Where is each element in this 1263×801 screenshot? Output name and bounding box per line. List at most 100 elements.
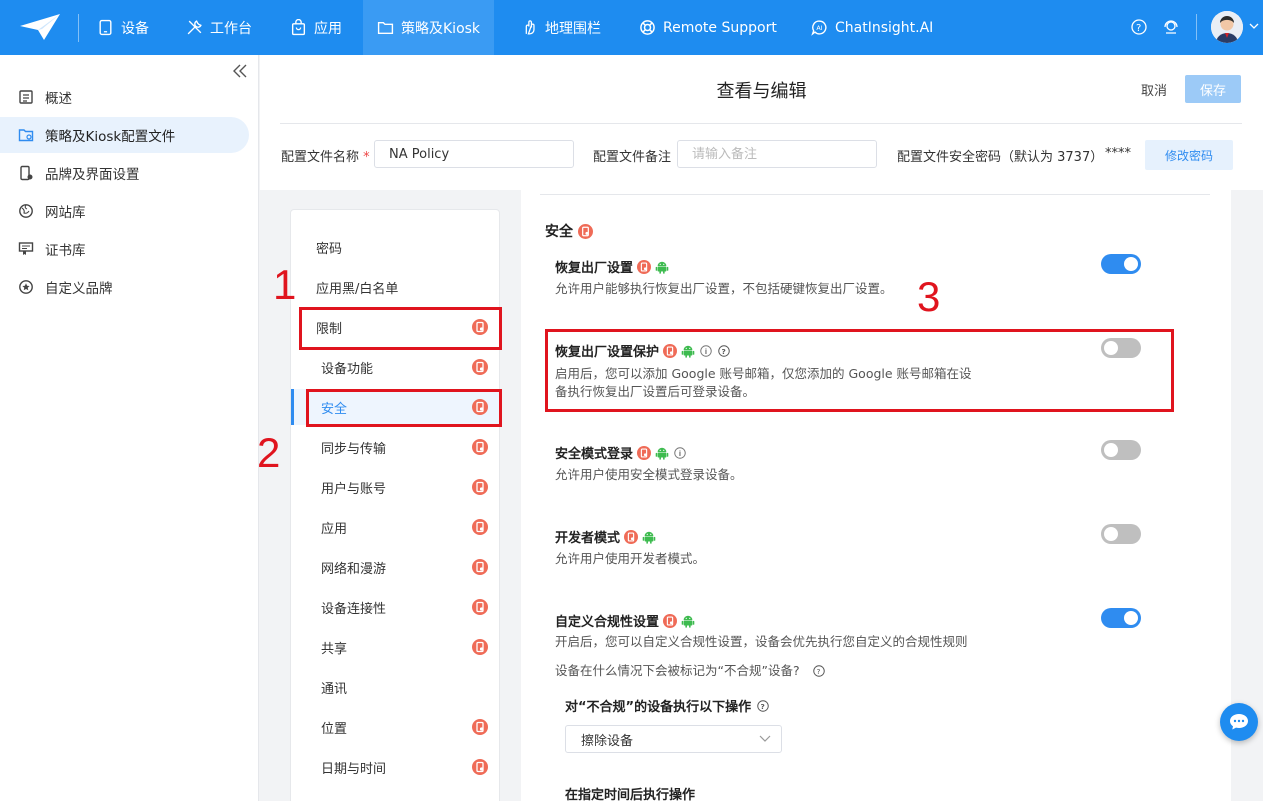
security-password-mask: **** [1105,146,1131,161]
overview-icon [19,90,33,104]
setting-desc: 允许用户使用开发者模式。 [555,551,706,566]
svg-text:?: ? [816,667,820,676]
globe-icon [19,204,33,218]
sidebar-item-label: 自定义品牌 [45,281,113,297]
noncompliant-action-title: 对“不合规”的设备执行以下操作 ? [565,696,770,715]
submenu-item-users-accounts[interactable]: 用户与账号 [291,469,499,505]
submenu-item-sharing[interactable]: 共享 [291,629,499,665]
left-sidebar: 概述 策略及Kiosk配置文件 品牌及界面设置 网站库 证书库 自定义品牌 [0,55,259,801]
nav-tab-workbench[interactable]: 工作台 [186,0,252,55]
svg-text:i: i [679,450,681,458]
chat-support-button[interactable] [1220,703,1258,741]
restricted-badge-icon [472,559,488,575]
toggle-factory-reset[interactable] [1101,254,1141,274]
sidebar-item-label: 策略及Kiosk配置文件 [45,129,176,145]
submenu-item-app-blacklist[interactable]: 应用黑/白名单 [291,269,499,305]
brand-phone-icon [20,165,33,181]
header-divider [280,123,1242,124]
android-icon [642,531,656,544]
map-hand-icon [525,20,535,35]
submenu-item-label: 位置 [321,721,348,737]
nav-divider [1196,14,1197,40]
annotation-number-2: 2 [257,429,281,476]
nav-tab-remote-support[interactable]: Remote Support [639,0,777,55]
nav-tab-devices[interactable]: 设备 [97,0,149,55]
chat-bubble-icon [1230,714,1248,730]
required-mark: * [363,150,370,165]
nav-tab-apps[interactable]: 应用 [290,0,342,55]
submenu-item-label: 同步与传输 [321,441,387,457]
section-title: 安全 [545,221,593,241]
submenu-item-label: 用户与账号 [321,481,387,497]
submenu-item-apps[interactable]: 应用 [291,509,499,545]
policy-folder-icon [18,129,34,142]
setting-title-text: 安全模式登录 [555,447,634,462]
submenu-item-label: 应用黑/白名单 [316,281,399,297]
sidebar-item-certificate-library[interactable]: 证书库 [0,231,249,267]
cancel-button[interactable]: 取消 [1141,80,1167,99]
annotation-number-1: 1 [273,261,297,308]
profile-name-label: 配置文件名称 * [281,146,370,165]
profile-name-input[interactable] [374,140,574,168]
submenu-item-location[interactable]: 位置 [291,709,499,745]
restricted-badge-icon [578,223,593,239]
setting-title-safe-mode: 安全模式登录 i [555,443,687,462]
toggle-custom-compliance[interactable] [1101,608,1141,628]
noncompliant-question: 设备在什么情况下会被标记为“不合规”设备? ? [555,662,826,680]
restricted-badge-icon [472,479,488,495]
customer-service-icon[interactable] [1162,18,1180,36]
help-icon[interactable]: ? [1130,18,1148,36]
submenu-item-communication[interactable]: 通讯 [291,669,499,705]
restricted-badge-icon [472,639,488,655]
setting-desc: 允许用户使用安全模式登录设备。 [555,467,743,482]
noncompliant-action-select[interactable]: 擦除设备 [565,725,782,753]
lifebuoy-icon [640,20,655,35]
modify-password-button[interactable]: 修改密码 [1145,140,1233,170]
android-icon [655,447,669,460]
restricted-badge-icon [637,445,652,460]
profile-note-input[interactable] [677,140,877,168]
nav-tab-label: Remote Support [663,19,777,36]
star-circle-icon [19,280,33,294]
user-avatar[interactable] [1211,11,1243,43]
help-icon[interactable]: ? [756,699,770,713]
restricted-badge-icon [472,599,488,615]
sidebar-item-overview[interactable]: 概述 [0,79,249,115]
toggle-developer-mode[interactable] [1101,524,1141,544]
sidebar-item-brand-ui[interactable]: 品牌及界面设置 [0,155,249,191]
restricted-badge-icon [472,439,488,455]
save-button[interactable]: 保存 [1185,75,1241,103]
airdroid-logo[interactable] [18,12,62,42]
submenu-item-network-roaming[interactable]: 网络和漫游 [291,549,499,585]
submenu-item-sync-transfer[interactable]: 同步与传输 [291,429,499,465]
security-password-label: 配置文件安全密码（默认为 3737） [897,150,1104,165]
noncompliant-action-title-text: 对“不合规”的设备执行以下操作 [565,700,752,715]
submenu-item-device-features[interactable]: 设备功能 [291,349,499,385]
svg-text:?: ? [761,702,765,711]
help-icon[interactable]: ? [812,664,826,678]
submenu-item-label: 设备连接性 [321,601,387,617]
sidebar-item-policy-kiosk-profiles[interactable]: 策略及Kiosk配置文件 [0,117,249,153]
sidebar-item-label: 证书库 [45,243,86,259]
submenu-item-date-time[interactable]: 日期与时间 [291,749,499,785]
submenu-item-label: 日期与时间 [321,761,387,777]
chevron-down-icon[interactable] [1249,21,1259,31]
app-bag-icon [291,19,306,36]
nav-tab-geofence[interactable]: 地理围栏 [521,0,601,55]
toggle-safe-mode[interactable] [1101,440,1141,460]
info-icon[interactable]: i [673,446,687,460]
nav-tab-chatinsight[interactable]: AI ChatInsight.AI [811,0,933,55]
noncompliant-question-text: 设备在什么情况下会被标记为“不合规”设备? [555,663,800,678]
setting-title-text: 自定义合规性设置 [555,615,660,630]
restricted-badge-icon [472,359,488,375]
submenu-item-password[interactable]: 密码 [291,229,499,265]
submenu-item-device-connectivity[interactable]: 设备连接性 [291,589,499,625]
content-divider [540,194,1210,195]
sidebar-item-website-library[interactable]: 网站库 [0,193,249,229]
nav-tab-policy-kiosk[interactable]: 策略及Kiosk [363,0,495,55]
collapse-sidebar-icon[interactable] [232,64,248,78]
sidebar-item-custom-brand[interactable]: 自定义品牌 [0,269,249,305]
nav-tab-label: 应用 [314,20,342,37]
submenu-item-label: 通讯 [321,681,348,697]
chevron-down-icon [759,735,771,742]
